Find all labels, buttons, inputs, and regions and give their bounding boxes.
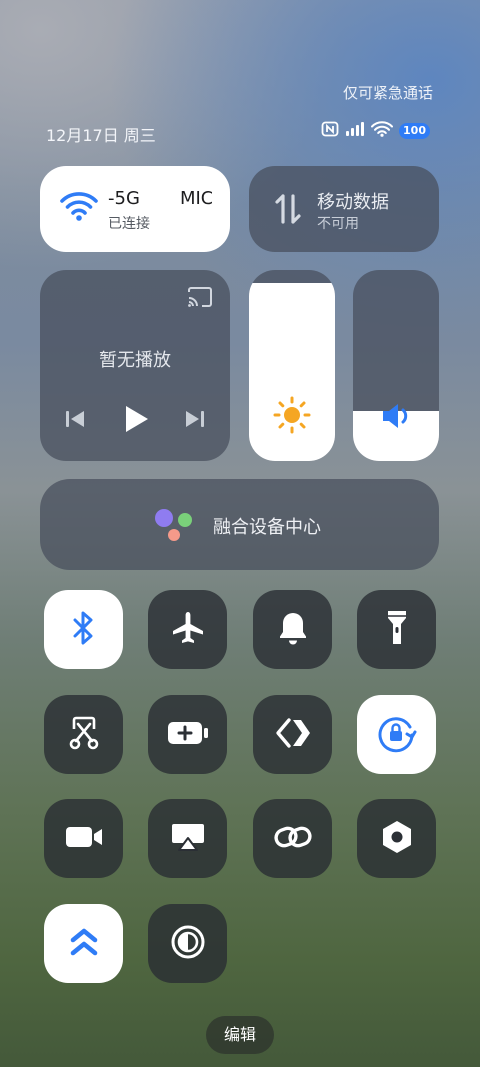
device-center-label: 融合设备中心 [213, 517, 321, 538]
status-icons: 100 [321, 121, 430, 141]
edit-button[interactable]: 编辑 [206, 1016, 274, 1054]
ringer-toggle[interactable] [253, 590, 332, 669]
link-toggle[interactable] [253, 799, 332, 878]
wifi-status-icon [371, 121, 394, 141]
rotation-lock-toggle[interactable] [357, 695, 436, 774]
rotation-lock-icon [376, 713, 418, 757]
share-chevrons-icon [275, 717, 311, 753]
double-chevron-up-icon [69, 926, 99, 962]
media-title: 暂无播放 [99, 350, 171, 371]
screen-record-toggle[interactable] [44, 799, 123, 878]
cellular-signal-icon [345, 121, 365, 141]
dark-mode-toggle[interactable] [148, 904, 227, 983]
airplay-icon [169, 821, 207, 857]
speaker-icon [353, 401, 439, 435]
airplane-icon [170, 610, 206, 650]
device-center-icon [152, 507, 196, 543]
nearby-share-toggle[interactable] [253, 695, 332, 774]
sun-icon [249, 395, 335, 439]
battery-badge: 100 [399, 123, 430, 139]
wifi-network-name: -5G MIC [108, 188, 212, 209]
data-arrows-icon [273, 192, 303, 230]
brightness-slider[interactable] [249, 270, 335, 461]
emergency-call-text: 仅可紧急通话 [342, 84, 433, 102]
volume-slider[interactable] [353, 270, 439, 461]
nfc-icon [321, 121, 339, 141]
hexagon-nut-icon [380, 819, 414, 859]
scissors-icon [68, 715, 100, 755]
wifi-icon [60, 192, 98, 226]
battery-saver-toggle[interactable] [148, 695, 227, 774]
flashlight-toggle[interactable] [357, 590, 436, 669]
screenshot-toggle[interactable] [44, 695, 123, 774]
video-camera-icon [64, 824, 104, 854]
cast-icon[interactable] [186, 286, 214, 312]
previous-track-icon[interactable] [64, 408, 86, 434]
next-track-icon[interactable] [184, 408, 206, 434]
wifi-status: 已连接 [108, 216, 150, 232]
airplane-mode-toggle[interactable] [148, 590, 227, 669]
bell-icon [277, 610, 309, 650]
battery-plus-icon [166, 720, 210, 750]
mobile-data-label: 移动数据 [317, 192, 389, 213]
link-icon [273, 823, 313, 855]
flashlight-icon [385, 609, 409, 651]
wifi-tile[interactable]: -5G MIC 已连接 [40, 166, 230, 252]
double-up-toggle[interactable] [44, 904, 123, 983]
screen-cast-toggle[interactable] [148, 799, 227, 878]
device-center-tile[interactable]: 融合设备中心 [40, 479, 439, 570]
contrast-icon [170, 924, 206, 964]
bluetooth-icon [71, 610, 97, 650]
mobile-data-tile[interactable]: 移动数据 不可用 [249, 166, 439, 252]
bluetooth-toggle[interactable] [44, 590, 123, 669]
media-player-tile[interactable]: 暂无播放 [40, 270, 230, 461]
play-icon[interactable] [122, 404, 150, 438]
settings-toggle[interactable] [357, 799, 436, 878]
mobile-data-status: 不可用 [317, 216, 359, 232]
date-text: 12月17日 周三 [46, 126, 156, 145]
